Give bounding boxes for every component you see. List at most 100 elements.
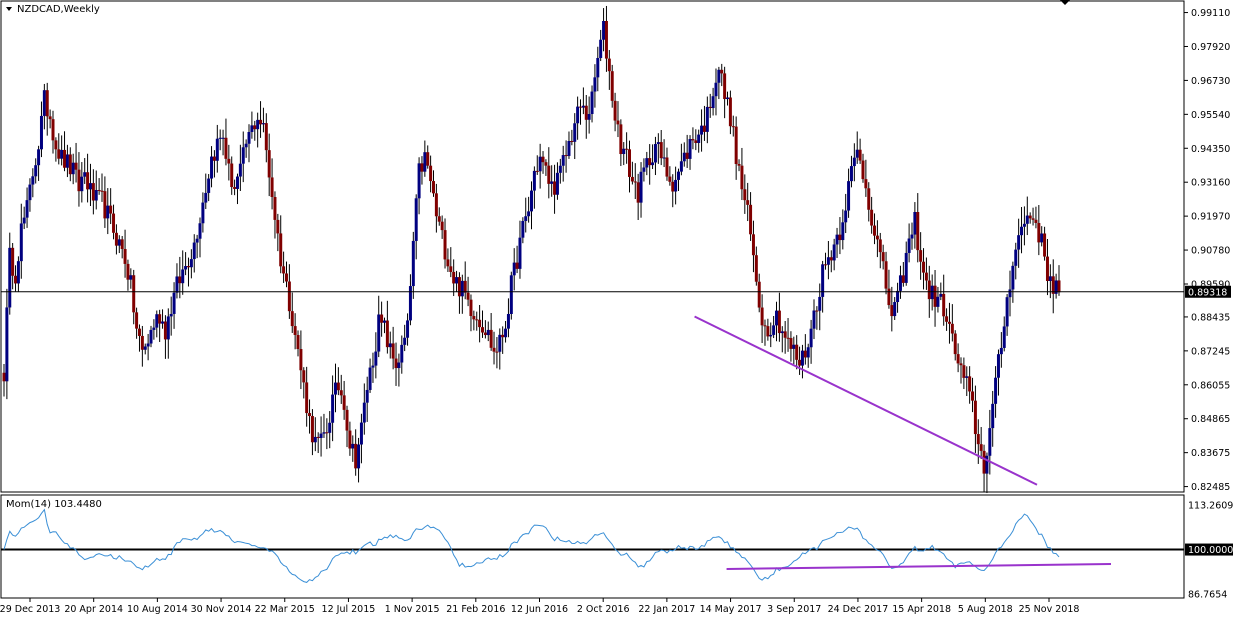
candle-body (181, 269, 185, 284)
candle-body (400, 344, 404, 363)
candle-body (51, 119, 55, 141)
candle-body (550, 181, 554, 184)
candle-body (466, 292, 470, 300)
candle-body (815, 310, 819, 312)
time-tick-label: 20 Apr 2014 (64, 604, 123, 615)
candle-body (590, 91, 594, 115)
candle-body (887, 288, 891, 306)
candle-body (538, 156, 542, 172)
candle-body (547, 165, 551, 184)
candle-body (579, 106, 583, 108)
candle-body (783, 331, 787, 338)
candle-body (449, 266, 453, 272)
candle-body (63, 149, 67, 168)
candle-body (506, 313, 510, 329)
candle-body (648, 158, 652, 166)
candle-body (700, 125, 704, 135)
candle-body (39, 115, 43, 150)
candle-body (273, 196, 277, 220)
candle-body (731, 126, 735, 128)
candle-body (535, 170, 539, 172)
candle-body (42, 90, 46, 116)
candle-body (328, 422, 332, 433)
indicator-tick-label: 86.7654 (1188, 590, 1227, 601)
candle-body (789, 338, 793, 349)
candle-body (14, 275, 18, 284)
candle-body (501, 334, 505, 338)
candle-body (922, 261, 926, 273)
candle-body (106, 205, 110, 219)
candle-body (351, 443, 355, 449)
candle-body (697, 134, 701, 144)
candle-body (694, 140, 698, 144)
candle-body (11, 247, 15, 276)
candle-body (659, 142, 663, 159)
candle-body (201, 202, 205, 224)
candle-body (247, 131, 251, 144)
candle-body (979, 444, 983, 451)
candle-body (754, 255, 758, 282)
candle-body (420, 163, 424, 172)
candle-body (463, 280, 467, 293)
candle-body (965, 376, 969, 378)
time-tick-label: 21 Feb 2016 (446, 604, 505, 615)
candle-body (544, 162, 548, 166)
candle-body (417, 163, 421, 199)
candle-body (80, 176, 84, 192)
candle-body (140, 335, 144, 350)
candle-body (331, 394, 335, 423)
candle-body (354, 443, 358, 469)
candle-body (377, 314, 381, 352)
candle-body (1048, 276, 1052, 281)
candle-body (8, 247, 12, 308)
price-tick-label: 0.90780 (1191, 246, 1230, 257)
candle-body (893, 302, 897, 317)
candle-body (812, 310, 816, 329)
candle-body (437, 216, 441, 222)
candle-body (284, 273, 288, 282)
candle-body (651, 162, 655, 166)
time-tick-label: 22 Mar 2015 (255, 604, 315, 615)
candle-body (77, 169, 81, 192)
indicator-pane-frame (0, 494, 1185, 599)
candle-body (117, 239, 121, 246)
candle-body (480, 327, 484, 333)
candle-body (896, 290, 900, 303)
candle-body (705, 106, 709, 132)
candle-body (88, 183, 92, 190)
candle-body (553, 181, 557, 195)
collapse-triangle-icon[interactable] (6, 7, 12, 11)
price-trendline[interactable] (694, 315, 1038, 486)
candle-body (94, 190, 98, 201)
price-tick-label: 0.97920 (1191, 42, 1230, 53)
indicator-trendline[interactable] (726, 562, 1112, 571)
time-tick-label: 25 Nov 2018 (1019, 604, 1080, 615)
candle-body (847, 181, 851, 211)
candle-body (561, 155, 565, 166)
candle-body (602, 21, 606, 40)
candle-body (483, 332, 487, 336)
candle-body (662, 157, 666, 159)
candle-body (645, 158, 649, 168)
candle-body (596, 57, 600, 78)
candle-body (777, 310, 781, 334)
candle-body (798, 359, 802, 366)
candle-body (947, 321, 951, 324)
candle-body (619, 124, 623, 155)
candle-body (976, 434, 980, 445)
candle-body (567, 141, 571, 156)
candle-body (368, 367, 372, 390)
candle-body (215, 138, 219, 161)
candle-body (541, 156, 545, 163)
candle-body (233, 187, 237, 189)
candle-body (65, 154, 69, 168)
candle-body (492, 347, 496, 352)
candle-body (950, 323, 954, 334)
candle-body (172, 292, 176, 314)
candle-body (71, 162, 75, 175)
candle-body (250, 125, 254, 132)
candle-body (766, 326, 770, 337)
candle-body (1022, 223, 1026, 227)
candle-body (112, 213, 116, 233)
price-tick-label: 0.94350 (1191, 144, 1230, 155)
